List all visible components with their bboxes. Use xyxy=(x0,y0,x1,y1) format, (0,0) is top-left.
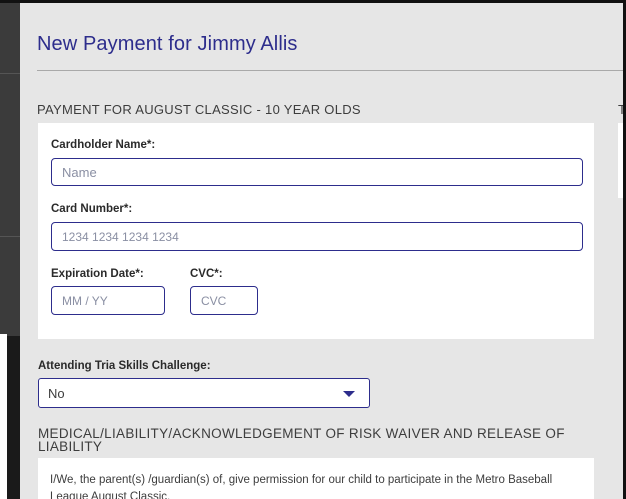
attending-skills-challenge-label: Attending Tria Skills Challenge: xyxy=(38,360,211,372)
app-frame: New Payment for Jimmy Allis PAYMENT FOR … xyxy=(0,0,626,499)
page-title: New Payment for Jimmy Allis xyxy=(37,33,298,55)
payment-card: Cardholder Name*: Name Card Number*: 123… xyxy=(38,123,594,339)
card-number-label: Card Number*: xyxy=(51,203,133,215)
cardholder-name-input[interactable]: Name xyxy=(51,158,583,186)
cvc-input[interactable]: CVC xyxy=(190,286,258,315)
sidebar-edge-highlight xyxy=(0,334,7,499)
left-sidebar-edge xyxy=(0,3,20,499)
cardholder-name-label: Cardholder Name*: xyxy=(51,139,156,151)
title-divider xyxy=(37,70,623,71)
attending-selected-value: No xyxy=(48,385,65,401)
card-number-input[interactable]: 1234 1234 1234 1234 xyxy=(51,222,583,251)
sidebar-divider xyxy=(0,73,20,74)
waiver-text: I/We, the parent(s) /guardian(s) of, giv… xyxy=(50,474,553,499)
attending-skills-challenge-select[interactable]: No xyxy=(38,378,370,408)
waiver-card: I/We, the parent(s) /guardian(s) of, giv… xyxy=(38,458,594,499)
payment-page: New Payment for Jimmy Allis PAYMENT FOR … xyxy=(20,3,623,499)
caret-down-icon xyxy=(343,391,355,397)
sidebar-divider xyxy=(0,236,20,237)
expiration-date-label: Expiration Date*: xyxy=(51,268,144,280)
cvc-label: CVC*: xyxy=(190,268,223,280)
payment-section-heading: PAYMENT FOR AUGUST CLASSIC - 10 YEAR OLD… xyxy=(37,102,361,117)
expiration-date-input[interactable]: MM / YY xyxy=(51,286,165,315)
window-top-border xyxy=(0,0,626,3)
waiver-heading: MEDICAL/LIABILITY/ACKNOWLEDGEMENT OF RIS… xyxy=(38,426,565,454)
